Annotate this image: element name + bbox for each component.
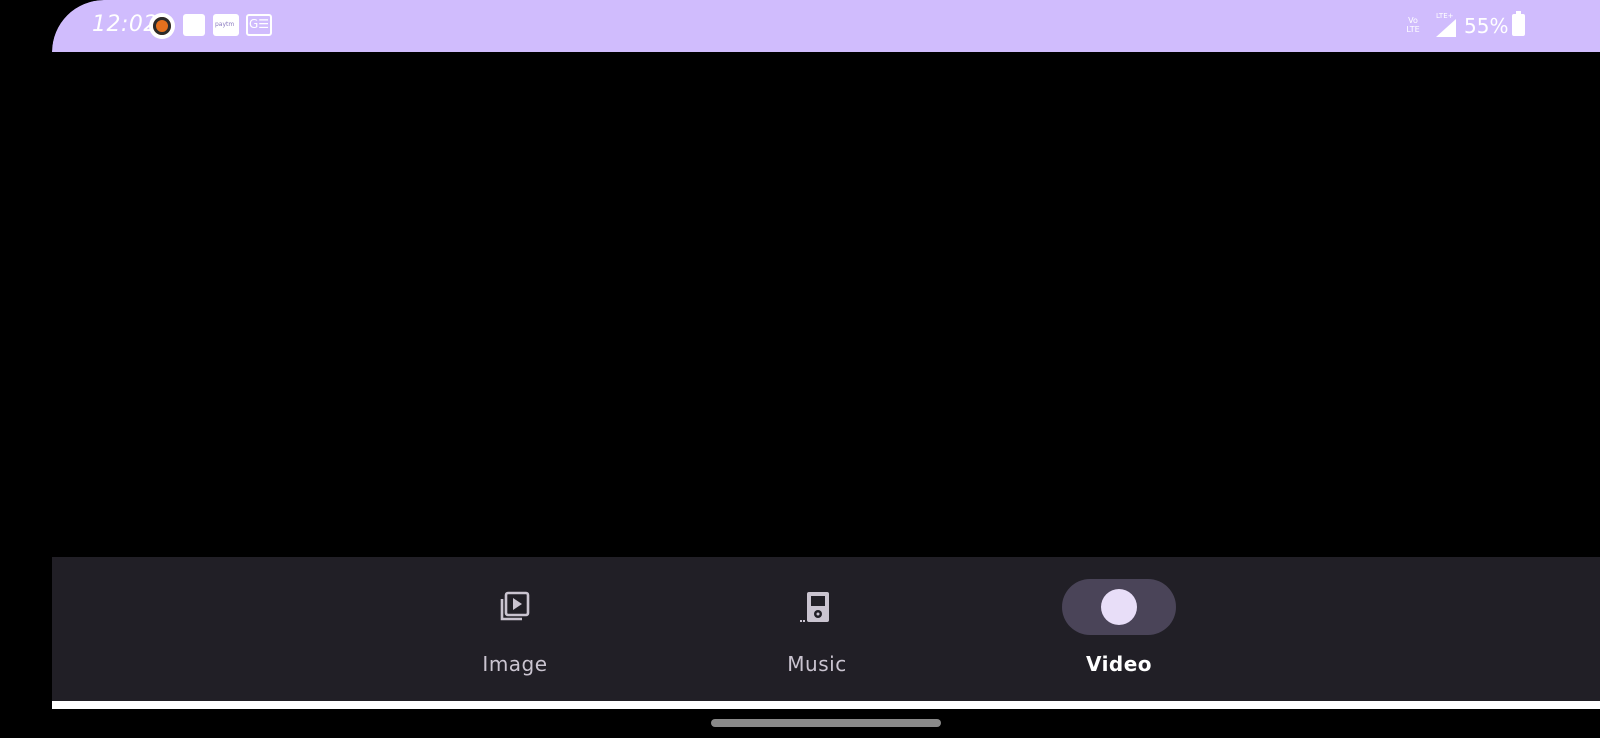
blank-notification-icon xyxy=(183,14,205,36)
battery-icon xyxy=(1512,11,1525,36)
nav-label-music: Music xyxy=(787,652,847,676)
music-player-icon xyxy=(800,592,829,622)
nav-label-image: Image xyxy=(482,652,548,676)
paytm-icon xyxy=(213,14,239,36)
battery-percentage: 55% xyxy=(1464,14,1509,38)
nav-label-video: Video xyxy=(1085,652,1153,676)
status-bar: 12:02 Vo LTE LTE+ 55% xyxy=(52,0,1600,52)
video-dot-icon xyxy=(1101,589,1137,625)
signal-strength-icon xyxy=(1436,19,1456,37)
nav-item-music[interactable]: Music xyxy=(742,557,892,701)
image-play-icon xyxy=(500,591,530,621)
nav-item-video[interactable]: Video xyxy=(1044,557,1194,701)
bottom-navigation-bar: Image Music Video xyxy=(52,557,1600,701)
nav-item-image[interactable]: Image xyxy=(440,557,590,701)
lotus-app-icon xyxy=(149,13,175,39)
bottom-edge-strip xyxy=(52,701,1600,709)
content-area xyxy=(52,52,1600,557)
ge-news-icon xyxy=(246,14,272,36)
gesture-navigation-handle[interactable] xyxy=(711,719,941,727)
app-screen: 12:02 Vo LTE LTE+ 55% Image xyxy=(52,0,1600,708)
volte-indicator: Vo LTE xyxy=(1406,16,1420,34)
